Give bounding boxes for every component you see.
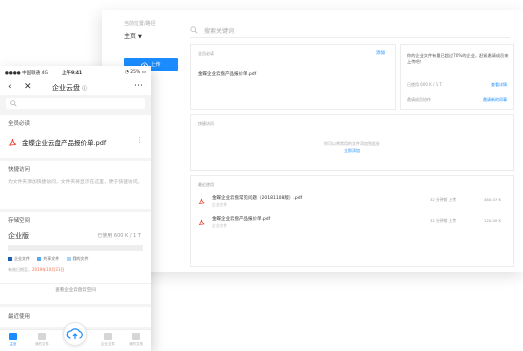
more-options-icon[interactable]: ⋯ [134, 81, 143, 91]
notice-row-label: 已使用 600 K / 1 T [407, 82, 442, 87]
quick-access-title: 快捷访问 [198, 121, 214, 126]
status-bar: ●●●● 中国联通 4G 上午9:41 ◔ 25% ▭ [0, 66, 151, 79]
pdf-icon [198, 219, 205, 225]
search-input[interactable]: 搜索关键词 [190, 24, 510, 38]
must-read-card: 全员必读 添加 金蝶企业云盘产品报价单.pdf [190, 44, 396, 110]
quick-access-title: 快捷访问 [8, 167, 31, 173]
search-icon [190, 26, 198, 34]
quick-access-card: 快捷访问 你可以将常用的文件添加到此处 立即添加 [190, 114, 514, 171]
must-read-title: 全员必读 [8, 121, 31, 127]
recent-file-row[interactable]: 金蝶企业云盘产品报价单.pdf 企业文件 32 分钟前 上传 120.00 K [198, 216, 505, 234]
quick-access-description: 为文件夹添加快捷访问，文件夹将显示在这里，便于快速访问。 [8, 180, 143, 185]
page-title: 企业云盘 ⓘ [52, 84, 88, 92]
pdf-icon [8, 138, 17, 146]
tab-my-docs[interactable]: 我的文档 [124, 333, 148, 347]
recent-title: 最近使用 [8, 314, 31, 320]
recent-file-time: 32 分钟前 上传 [430, 218, 457, 223]
legend-item: 我的文件 [66, 256, 89, 261]
storage-section: 存储空间 企业版 已使用 600 K / 1 T 企业文件 共享文件 我的文件 … [0, 212, 151, 304]
recent-file-size: 120.00 K [484, 218, 501, 223]
quick-access-empty-text: 你可以将常用的文件添加到此处 [324, 141, 380, 146]
invite-link[interactable]: 邀请新的同事 [483, 97, 507, 103]
must-read-section: 全员必读 金蝶企业云盘产品报价单.pdf ⋮ [0, 115, 151, 158]
storage-notice-card: 你的企业文件有量已超过70%的企业，赶紧邀请成员来上传吧！ 已使用 600 K … [400, 44, 514, 110]
home-icon [9, 333, 17, 340]
storage-expiry: 有效日期至，2019年10月31日 [8, 267, 65, 272]
view-details-link[interactable]: 查看详情 [491, 82, 507, 88]
recent-file-location: 企业文件 [212, 202, 228, 207]
location-value: 主页 [124, 33, 137, 40]
location-label: 当前位置/路径 [124, 21, 156, 27]
recent-card: 最近使用 金蝶企业云盘常见问题（20181108版）.pdf 企业文件 32 分… [190, 175, 514, 267]
recent-file-size: 480.07 K [484, 197, 501, 202]
mobile-search-input[interactable] [6, 98, 145, 109]
upload-fab-button[interactable] [63, 322, 87, 346]
recent-file-name: 金蝶企业云盘产品报价单.pdf [212, 217, 271, 222]
tab-home[interactable]: 主页 [1, 333, 25, 347]
upload-label: 上传 [150, 62, 161, 68]
cloud-upload-icon [66, 328, 83, 339]
folder-icon [38, 333, 46, 340]
recent-title: 最近使用 [198, 182, 214, 187]
view-storage-link[interactable]: 查看企业云盘云空间 [0, 283, 151, 297]
expiry-date: 2019年10月31日 [32, 267, 65, 272]
signal-icon: ●●●● [5, 71, 21, 76]
recent-file-row[interactable]: 金蝶企业云盘常见问题（20181108版）.pdf 企业文件 32 分钟前 上传… [198, 195, 505, 213]
notice-row: 邀请成员协作 邀请新的同事 [407, 97, 507, 105]
back-icon[interactable]: ‹ [8, 82, 12, 92]
chevron-down-icon: ▼ [137, 34, 142, 40]
must-read-title: 全员必读 [198, 51, 214, 56]
legend-item: 企业文件 [8, 256, 30, 261]
info-icon: ⓘ [82, 86, 88, 92]
quick-access-add-link[interactable]: 立即添加 [191, 148, 513, 154]
close-icon[interactable]: ✕ [24, 82, 32, 92]
storage-plan: 企业版 [8, 232, 29, 240]
must-read-file[interactable]: 金蝶企业云盘产品报价单.pdf [198, 71, 256, 77]
storage-bar [8, 245, 143, 251]
storage-notice-text: 你的企业文件有量已超过70%的企业，赶紧邀请成员来上传吧！ [407, 53, 509, 64]
status-time: 上午9:41 [62, 71, 83, 76]
phone-screen: ●●●● 中国联通 4G 上午9:41 ◔ 25% ▭ ‹ ✕ 企业云盘 ⓘ ⋯… [0, 66, 151, 351]
recent-file-location: 企业文件 [212, 223, 228, 228]
notice-row: 已使用 600 K / 1 T 查看详情 [407, 82, 507, 90]
storage-legend: 企业文件 共享文件 我的文件 [8, 256, 95, 262]
tab-bar: 主页 我的文件 企业文件 我的文档 [0, 322, 151, 351]
document-icon [132, 333, 140, 340]
desktop-window: 当前位置/路径 主页 ▼ 上传 搜索关键词 全员必读 添加 金蝶企业云盘产品报价… [102, 10, 523, 272]
file-menu-icon[interactable]: ⋮ [136, 136, 143, 144]
must-read-file[interactable]: 金蝶企业云盘产品报价单.pdf [8, 137, 106, 147]
pdf-icon [198, 198, 205, 204]
recent-file-name: 金蝶企业云盘常见问题（20181108版）.pdf [212, 196, 303, 201]
tab-enterprise-files[interactable]: 企业文件 [96, 333, 120, 347]
storage-used: 已使用 600 K / 1 T [97, 233, 141, 239]
alarm-icon: ◔ [124, 70, 129, 75]
location-dropdown[interactable]: 主页 ▼ [124, 31, 142, 40]
legend-item: 共享文件 [37, 256, 59, 261]
storage-title: 存储空间 [8, 218, 31, 224]
building-icon [104, 333, 112, 340]
must-read-add-link[interactable]: 添加 [376, 50, 385, 56]
nav-bar: ‹ ✕ 企业云盘 ⓘ ⋯ [0, 79, 151, 95]
notice-row-label: 邀请成员协作 [407, 97, 431, 102]
search-placeholder: 搜索关键词 [204, 28, 235, 35]
recent-file-time: 32 分钟前 上传 [430, 197, 457, 202]
status-battery: ◔ 25% ▭ [124, 70, 146, 75]
tab-my-files[interactable]: 我的文件 [30, 333, 54, 347]
battery-icon: ▭ [141, 70, 146, 75]
search-icon [10, 100, 17, 107]
quick-access-section: 快捷访问 为文件夹添加快捷访问，文件夹将显示在这里，便于快速访问。 [0, 161, 151, 209]
status-carrier: ●●●● 中国联通 4G [5, 71, 48, 76]
